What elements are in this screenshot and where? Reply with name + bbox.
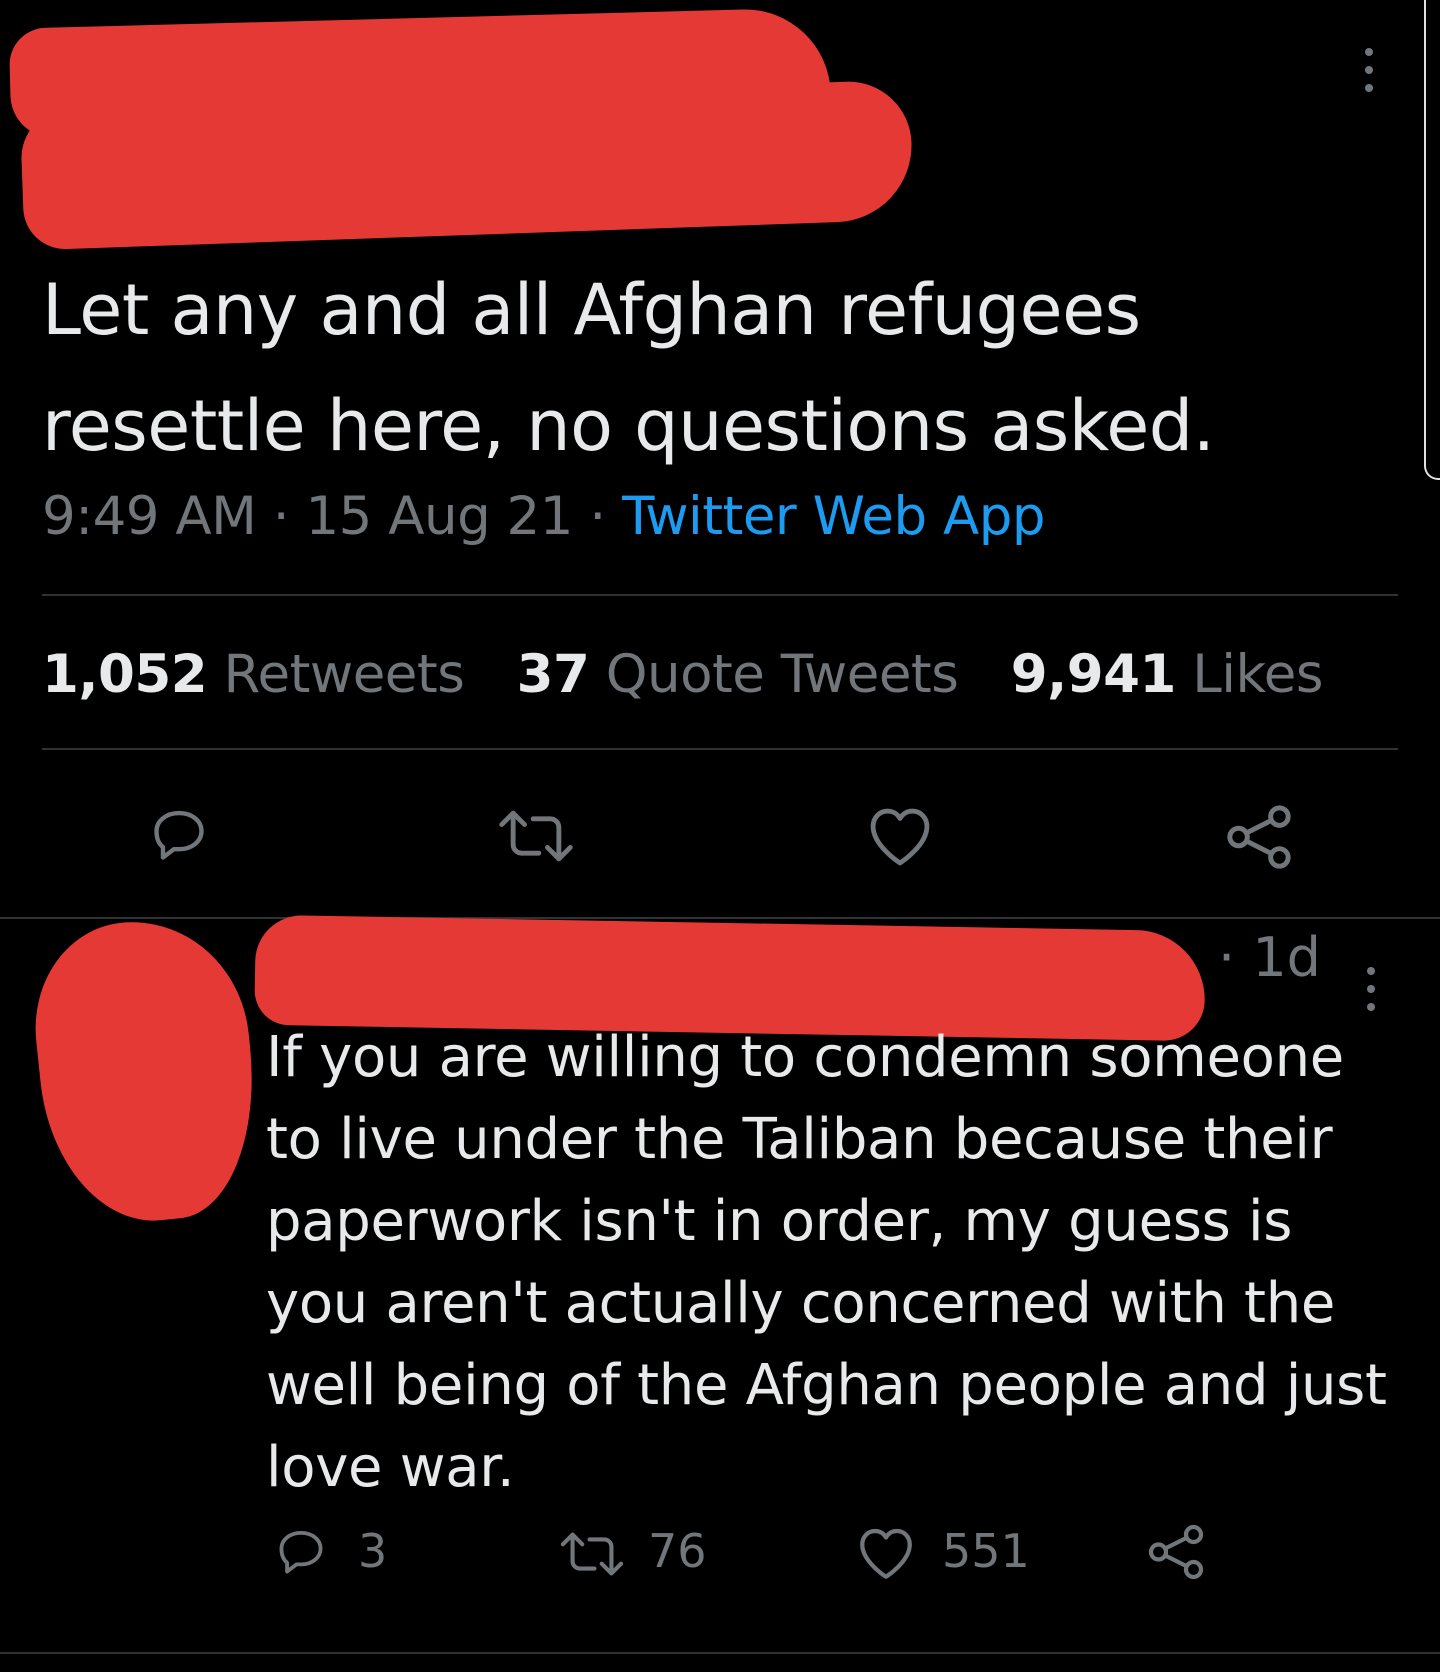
divider: [42, 748, 1398, 750]
share-button[interactable]: [1146, 1523, 1206, 1581]
likes-stat[interactable]: 9,941 Likes: [1010, 640, 1324, 710]
share-icon: [1227, 805, 1291, 869]
retweets-stat[interactable]: 1,052 Retweets: [42, 640, 465, 710]
retweet-icon: [560, 1532, 624, 1576]
more-icon[interactable]: [1362, 48, 1376, 92]
retweet-button[interactable]: [558, 1529, 626, 1579]
tweet-stats: 1,052 Retweets 37 Quote Tweets 9,941 Lik…: [42, 640, 1359, 710]
like-count: 551: [942, 1524, 1030, 1578]
like-icon: [860, 1528, 912, 1579]
reply-button[interactable]: [272, 1525, 330, 1579]
retweet-count: 76: [648, 1524, 707, 1578]
tweet-source-app[interactable]: Twitter Web App: [622, 486, 1045, 547]
tweet-metadata: 9:49 AM · 15 Aug 21 · Twitter Web App: [42, 482, 1046, 552]
meta-separator: ·: [589, 486, 606, 547]
likes-count: 9,941: [1010, 644, 1177, 705]
quote-tweets-count: 37: [516, 644, 590, 705]
share-button[interactable]: [1224, 804, 1294, 870]
quote-tweets-label: Quote Tweets: [605, 644, 959, 705]
meta-separator: ·: [272, 486, 290, 547]
tweet-date[interactable]: 15 Aug 21: [305, 486, 573, 547]
retweet-button[interactable]: [496, 806, 576, 866]
reply-text: If you are willing to condemn someone to…: [266, 1025, 1387, 1500]
reply-timestamp[interactable]: · 1d: [1218, 923, 1321, 993]
reply-count: 3: [358, 1524, 388, 1578]
tweet-text: Let any and all Afghan refugees resettle…: [42, 269, 1215, 467]
share-icon: [1148, 1524, 1204, 1580]
redacted-author-handle: [19, 79, 915, 251]
like-button[interactable]: [866, 804, 934, 868]
divider: [0, 1652, 1440, 1654]
likes-label: Likes: [1192, 644, 1323, 705]
more-icon[interactable]: [1364, 967, 1378, 1011]
retweets-count: 1,052: [42, 644, 208, 705]
like-icon: [870, 808, 930, 866]
quote-tweets-stat[interactable]: 37 Quote Tweets: [517, 640, 959, 710]
redacted-avatar: [24, 910, 268, 1232]
divider: [42, 594, 1398, 596]
tweet-time[interactable]: 9:49 AM: [42, 486, 257, 547]
retweet-icon: [499, 810, 573, 862]
reply-button[interactable]: [146, 804, 212, 866]
main-tweet: Let any and all Afghan refugees resettle…: [0, 0, 1440, 918]
like-button[interactable]: [856, 1525, 916, 1581]
reply-tweet: · 1d If you are willing to condemn someo…: [0, 910, 1440, 1672]
reply-icon: [279, 1530, 323, 1574]
retweets-label: Retweets: [223, 644, 465, 705]
reply-icon: [154, 810, 204, 860]
